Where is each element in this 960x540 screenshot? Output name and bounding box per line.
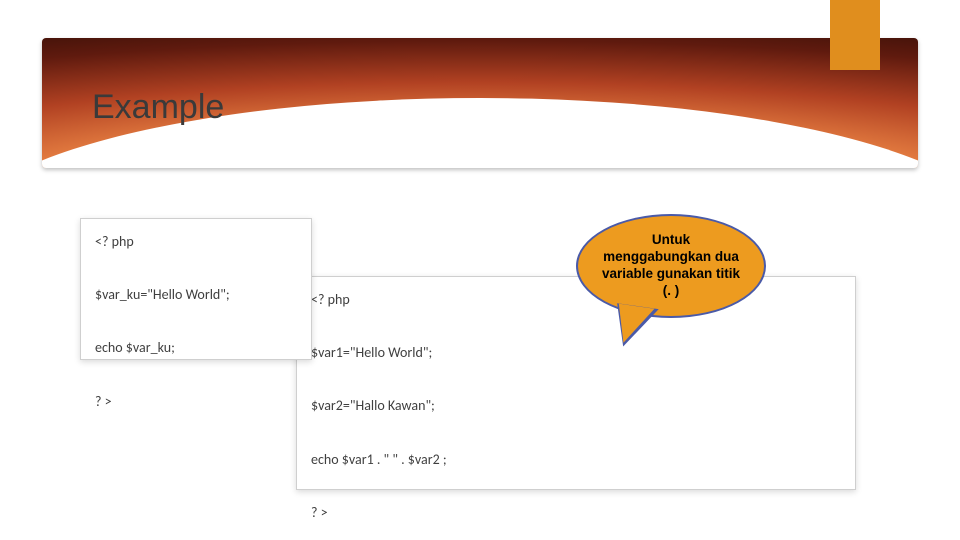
page-title: Example <box>92 88 224 127</box>
accent-tab <box>830 0 880 70</box>
callout-bubble: Untuk menggabungkan dua variable gunakan… <box>576 214 766 318</box>
speech-bubble: Untuk menggabungkan dua variable gunakan… <box>576 214 766 318</box>
callout-text: Untuk menggabungkan dua variable gunakan… <box>598 232 744 300</box>
code-example-1: <? php $var_ku="Hello World"; echo $var_… <box>80 218 312 360</box>
title-banner: Example <box>42 38 918 168</box>
